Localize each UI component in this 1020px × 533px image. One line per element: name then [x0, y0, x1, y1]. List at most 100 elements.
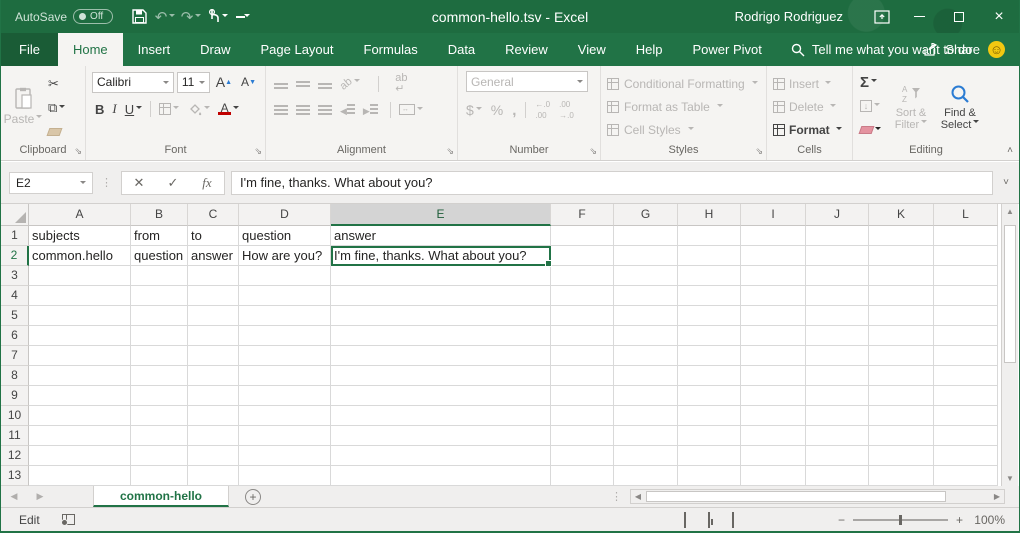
- cell-I3[interactable]: [741, 266, 806, 286]
- cell-G13[interactable]: [614, 466, 678, 486]
- tab-file[interactable]: File: [1, 33, 58, 66]
- cell-I9[interactable]: [741, 386, 806, 406]
- cell-D13[interactable]: [239, 466, 331, 486]
- cell-K6[interactable]: [869, 326, 934, 346]
- cell-K4[interactable]: [869, 286, 934, 306]
- accounting-format-button[interactable]: $: [466, 102, 482, 118]
- cell-A6[interactable]: [29, 326, 131, 346]
- cell-F5[interactable]: [551, 306, 614, 326]
- cell-A11[interactable]: [29, 426, 131, 446]
- column-header-K[interactable]: K: [869, 204, 934, 226]
- column-header-A[interactable]: A: [29, 204, 131, 226]
- italic-button[interactable]: I: [109, 98, 119, 120]
- scroll-down-button[interactable]: ▼: [1002, 471, 1018, 486]
- column-header-B[interactable]: B: [131, 204, 188, 226]
- fill-button[interactable]: ↓: [857, 95, 884, 117]
- cell-J13[interactable]: [806, 466, 869, 486]
- cell-I12[interactable]: [741, 446, 806, 466]
- tab-help[interactable]: Help: [621, 33, 678, 66]
- tab-power-pivot[interactable]: Power Pivot: [678, 33, 777, 66]
- column-header-C[interactable]: C: [188, 204, 239, 226]
- column-header-E[interactable]: E: [331, 204, 551, 226]
- record-macro-icon[interactable]: [62, 514, 75, 525]
- cell-B12[interactable]: [131, 446, 188, 466]
- cell-L8[interactable]: [934, 366, 998, 386]
- save-button[interactable]: [127, 5, 151, 29]
- cell-A7[interactable]: [29, 346, 131, 366]
- cell-E11[interactable]: [331, 426, 551, 446]
- cell-C11[interactable]: [188, 426, 239, 446]
- cell-C3[interactable]: [188, 266, 239, 286]
- zoom-slider-handle[interactable]: [899, 515, 902, 525]
- row-header-10[interactable]: 10: [1, 406, 29, 426]
- cell-L2[interactable]: [934, 246, 998, 266]
- column-header-J[interactable]: J: [806, 204, 869, 226]
- cell-F10[interactable]: [551, 406, 614, 426]
- page-layout-view-button[interactable]: [708, 513, 710, 527]
- cell-G12[interactable]: [614, 446, 678, 466]
- cell-E10[interactable]: [331, 406, 551, 426]
- align-left-button[interactable]: [274, 103, 288, 118]
- cell-L1[interactable]: [934, 226, 998, 246]
- cell-J11[interactable]: [806, 426, 869, 446]
- page-break-view-button[interactable]: [732, 513, 734, 527]
- cell-A5[interactable]: [29, 306, 131, 326]
- maximize-button[interactable]: [939, 0, 979, 33]
- align-bottom-button[interactable]: [318, 77, 332, 92]
- cell-G1[interactable]: [614, 226, 678, 246]
- ribbon-display-options-button[interactable]: [865, 0, 899, 33]
- styles-dialog-launcher[interactable]: ⇘: [755, 146, 763, 157]
- tab-review[interactable]: Review: [490, 33, 563, 66]
- zoom-percentage[interactable]: 100%: [971, 513, 1005, 527]
- cell-I6[interactable]: [741, 326, 806, 346]
- cell-C10[interactable]: [188, 406, 239, 426]
- cell-J3[interactable]: [806, 266, 869, 286]
- cell-E9[interactable]: [331, 386, 551, 406]
- cell-H8[interactable]: [678, 366, 741, 386]
- cell-K5[interactable]: [869, 306, 934, 326]
- cell-K10[interactable]: [869, 406, 934, 426]
- align-right-button[interactable]: [318, 103, 332, 118]
- cell-G4[interactable]: [614, 286, 678, 306]
- cell-G9[interactable]: [614, 386, 678, 406]
- comma-style-button[interactable]: ,: [512, 102, 516, 119]
- cell-C6[interactable]: [188, 326, 239, 346]
- grow-font-button[interactable]: A▲: [213, 71, 235, 93]
- horizontal-scroll-thumb[interactable]: [646, 491, 946, 502]
- cell-B11[interactable]: [131, 426, 188, 446]
- align-center-button[interactable]: [296, 103, 310, 118]
- column-header-F[interactable]: F: [551, 204, 614, 226]
- cell-K7[interactable]: [869, 346, 934, 366]
- enter-entry-button[interactable]: ✓: [156, 175, 190, 191]
- cell-J6[interactable]: [806, 326, 869, 346]
- column-header-L[interactable]: L: [934, 204, 998, 226]
- cell-F3[interactable]: [551, 266, 614, 286]
- cell-F6[interactable]: [551, 326, 614, 346]
- cell-I5[interactable]: [741, 306, 806, 326]
- clear-button[interactable]: [857, 119, 884, 141]
- cell-C5[interactable]: [188, 306, 239, 326]
- cell-G7[interactable]: [614, 346, 678, 366]
- cell-D5[interactable]: [239, 306, 331, 326]
- row-header-11[interactable]: 11: [1, 426, 29, 446]
- orientation-button[interactable]: ab: [340, 78, 360, 90]
- cell-K1[interactable]: [869, 226, 934, 246]
- cell-J4[interactable]: [806, 286, 869, 306]
- copy-button[interactable]: ⧉: [45, 97, 68, 119]
- cell-J1[interactable]: [806, 226, 869, 246]
- row-header-4[interactable]: 4: [1, 286, 29, 306]
- cell-F7[interactable]: [551, 346, 614, 366]
- column-header-I[interactable]: I: [741, 204, 806, 226]
- cell-A10[interactable]: [29, 406, 131, 426]
- next-sheet-button[interactable]: ▶: [27, 486, 53, 507]
- tab-draw[interactable]: Draw: [185, 33, 245, 66]
- cell-E13[interactable]: [331, 466, 551, 486]
- scroll-left-button[interactable]: ◀: [631, 490, 645, 503]
- select-all-corner[interactable]: [1, 204, 29, 226]
- row-header-8[interactable]: 8: [1, 366, 29, 386]
- column-header-H[interactable]: H: [678, 204, 741, 226]
- align-middle-button[interactable]: [296, 77, 310, 92]
- undo-button[interactable]: ↶: [153, 5, 177, 29]
- cell-G8[interactable]: [614, 366, 678, 386]
- cell-K8[interactable]: [869, 366, 934, 386]
